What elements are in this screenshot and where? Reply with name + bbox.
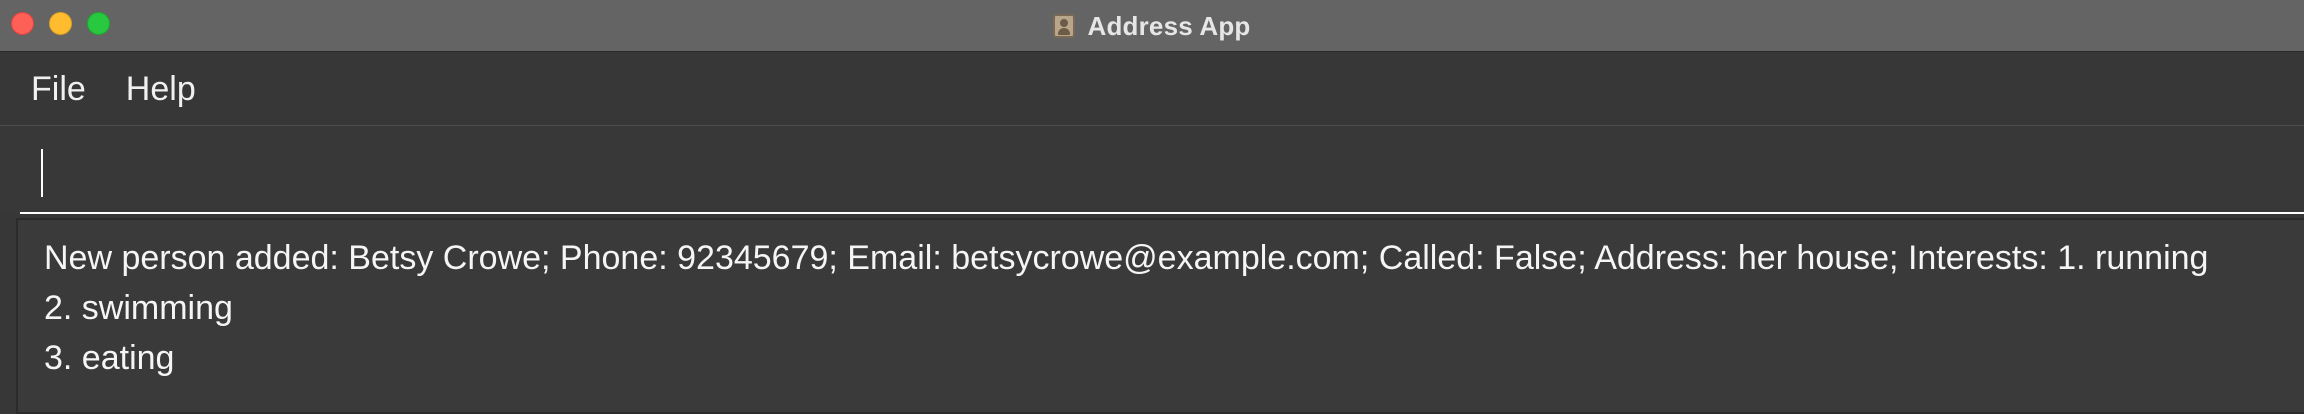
result-line: New person added: Betsy Crowe; Phone: 92… — [44, 239, 2209, 277]
menu-help[interactable]: Help — [112, 52, 210, 126]
address-book-icon — [1053, 14, 1076, 38]
menu-bar: File Help — [0, 52, 2304, 126]
window-title: Address App — [1087, 10, 1251, 41]
result-display[interactable]: New person added: Betsy Crowe; Phone: 92… — [16, 218, 2304, 414]
menu-file[interactable]: File — [17, 52, 100, 126]
window-title-group: Address App — [0, 0, 2304, 52]
app-window: Address App File Help New person added: … — [0, 0, 2304, 414]
result-line: 3. eating — [44, 339, 175, 377]
result-line: 2. swimming — [44, 289, 233, 327]
command-input[interactable] — [48, 148, 2248, 198]
title-bar[interactable]: Address App — [0, 0, 2304, 52]
text-caret — [41, 149, 43, 197]
command-underline — [20, 212, 2304, 214]
